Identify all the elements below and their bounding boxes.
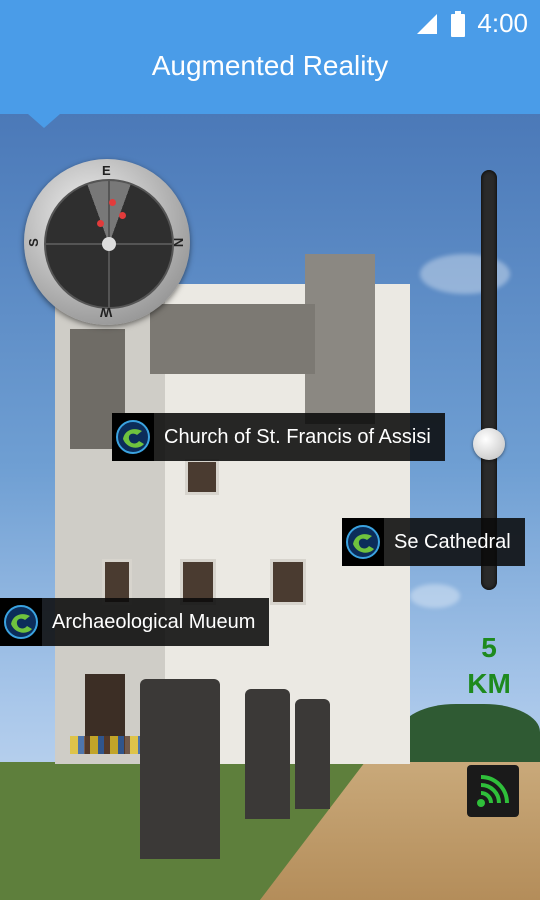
poi-name: Archaeological Mueum — [52, 610, 256, 633]
right-tower — [305, 254, 375, 424]
poi-logo-icon — [112, 413, 154, 461]
poi-logo-icon — [0, 598, 42, 646]
radar-center — [102, 237, 116, 251]
status-bar: 4:00 — [0, 0, 540, 48]
poi-name: Se Cathedral — [394, 530, 511, 553]
poi-label[interactable]: Se Cathedral — [342, 518, 525, 566]
poi-logo-icon — [342, 518, 384, 566]
broadcast-icon — [477, 775, 509, 807]
poi-label[interactable]: Church of St. Francis of Assisi — [112, 413, 445, 461]
compass-label-north: N — [171, 237, 187, 248]
distance-unit: KM — [467, 668, 511, 699]
stone-pillar — [140, 679, 220, 859]
app-bar: Augmented Reality — [0, 48, 540, 114]
page-title: Augmented Reality — [151, 50, 389, 81]
window — [185, 459, 219, 495]
poi-name: Church of St. Francis of Assisi — [164, 425, 431, 448]
status-time: 4:00 — [477, 8, 528, 38]
stone-pillar — [245, 689, 290, 819]
poi-marker-dot — [109, 199, 116, 206]
battery-icon — [451, 10, 466, 37]
poi-label[interactable]: Archaeological Mueum — [0, 598, 270, 646]
distance-value: 5 — [481, 632, 497, 663]
distance-readout: 5 KM — [458, 630, 520, 702]
compass-label-east: E — [102, 163, 111, 178]
church-pediment — [150, 304, 315, 374]
compass-radar[interactable]: E N W S — [24, 159, 190, 325]
window — [270, 559, 306, 605]
stone-pillar — [295, 699, 330, 809]
radar-face — [44, 179, 174, 309]
poi-marker-dot — [97, 220, 104, 227]
poi-marker-dot — [119, 212, 126, 219]
distance-slider-handle[interactable] — [473, 428, 505, 460]
signal-icon — [417, 13, 438, 34]
compass-label-west: W — [100, 305, 113, 320]
compass-label-south: S — [25, 238, 41, 247]
broadcast-button[interactable] — [467, 765, 519, 817]
app-bar-pointer — [28, 114, 60, 128]
